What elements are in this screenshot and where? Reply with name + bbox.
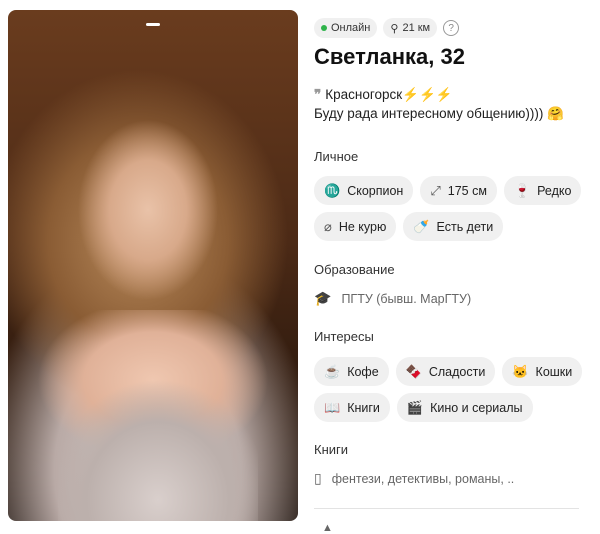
chip-label: Кофе xyxy=(347,364,379,379)
distance-badge: ⚲ 21 км xyxy=(383,18,438,38)
height-icon: ⤢ xyxy=(430,182,441,198)
books-value: фентези, детективы, романы, .. xyxy=(331,471,515,486)
distance-value: 21 км xyxy=(402,22,431,34)
chip-cats: 🐱 Кошки xyxy=(502,357,583,386)
chip-books: 📖 Книги xyxy=(314,393,390,422)
chip-label: Редко xyxy=(537,183,572,198)
about-line-1: Красногорск⚡⚡⚡ xyxy=(325,87,453,102)
chip-label: Не курю xyxy=(338,219,387,234)
online-dot-icon xyxy=(321,25,327,31)
photo-page-indicator xyxy=(146,23,160,26)
interests-chips: ☕ Кофе 🍫 Сладости 🐱 Кошки 📖 Книги 🎬 Кино… xyxy=(314,357,600,422)
chip-label: Кошки xyxy=(535,364,573,379)
personal-chips: ♏ Скорпион ⤢ 175 см 🍷 Редко ⌀ Не курю 🍼 … xyxy=(314,176,600,241)
cat-icon: 🐱 xyxy=(512,363,529,379)
wine-glass-icon: 🍷 xyxy=(513,182,531,198)
section-title-education: Образование xyxy=(314,262,395,277)
section-title-books: Книги xyxy=(314,442,349,457)
section-title-personal: Личное xyxy=(314,149,359,164)
chip-coffee: ☕ Кофе xyxy=(314,357,389,386)
no-smoking-icon: ⌀ xyxy=(324,218,332,234)
book-icon: 📖 xyxy=(324,399,341,415)
status-badges: Онлайн ⚲ 21 км ? xyxy=(314,18,460,38)
baby-bottle-icon: 🍼 xyxy=(413,218,430,234)
chip-label: Кино и сериалы xyxy=(430,400,523,415)
education-row: 🎓 ПГТУ (бывш. МарГТУ) xyxy=(314,290,471,307)
section-divider xyxy=(314,508,579,509)
about-line-2: Буду рада интересному общению)))) 🤗 xyxy=(314,106,564,121)
chip-alcohol: 🍷 Редко xyxy=(503,176,582,205)
help-icon[interactable]: ? xyxy=(443,20,460,36)
book-outline-icon: ▯ xyxy=(314,470,322,486)
quote-icon: ❞ xyxy=(314,87,322,102)
chip-children: 🍼 Есть дети xyxy=(403,212,504,241)
chip-sweets: 🍫 Сладости xyxy=(395,357,496,386)
online-label: Онлайн xyxy=(331,22,371,34)
online-badge: Онлайн xyxy=(314,18,378,38)
section-title-interests: Интересы xyxy=(314,329,374,344)
chip-smoking: ⌀ Не курю xyxy=(314,212,397,241)
photo-dress xyxy=(58,380,258,521)
chip-height: ⤢ 175 см xyxy=(420,176,497,205)
chip-movies: 🎬 Кино и сериалы xyxy=(396,393,533,422)
education-value: ПГТУ (бывш. МарГТУ) xyxy=(341,291,472,306)
location-pin-icon: ⚲ xyxy=(390,22,399,35)
coffee-icon: ☕ xyxy=(324,363,341,379)
chip-label: Сладости xyxy=(428,364,486,379)
scorpio-icon: ♏ xyxy=(324,182,341,198)
chip-label: Книги xyxy=(347,400,380,415)
profile-name: Светланка, 32 xyxy=(314,44,465,69)
chevron-up-icon: ▲ xyxy=(322,522,333,534)
clapperboard-icon: 🎬 xyxy=(406,399,424,415)
chip-zodiac: ♏ Скорпион xyxy=(314,176,414,205)
books-row: ▯ фентези, детективы, романы, .. xyxy=(314,470,514,487)
graduation-cap-icon: 🎓 xyxy=(314,290,332,306)
profile-photo[interactable] xyxy=(8,10,298,521)
chocolate-icon: 🍫 xyxy=(405,363,422,379)
chip-label: Скорпион xyxy=(347,183,404,198)
chip-label: Есть дети xyxy=(436,219,494,234)
chip-label: 175 см xyxy=(447,183,487,198)
profile-about: ❞ Красногорск⚡⚡⚡ Буду рада интересному об… xyxy=(314,85,594,123)
